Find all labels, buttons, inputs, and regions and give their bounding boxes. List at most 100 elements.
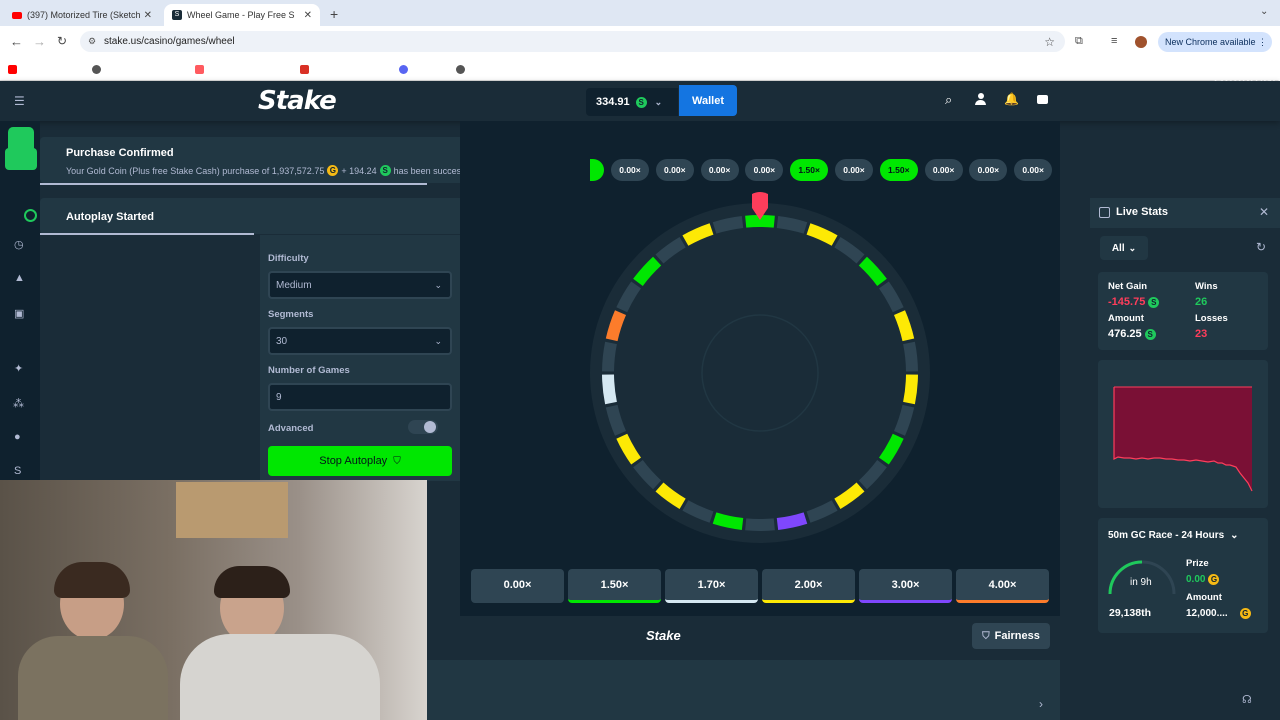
- bookmark-6[interactable]: [456, 62, 465, 76]
- history-chip[interactable]: 0.00×: [745, 159, 784, 181]
- race-amount-value: 12,000.... G: [1186, 608, 1251, 619]
- profile-avatar[interactable]: [1135, 36, 1147, 48]
- media-icon[interactable]: ≡: [1111, 35, 1117, 47]
- tab-wheel-game[interactable]: S Wheel Game - Play Free S ✕: [164, 4, 320, 26]
- close-tab-icon[interactable]: ✕: [144, 10, 152, 21]
- wallet-toast-icon: [5, 148, 37, 170]
- flight-icon: [300, 64, 309, 74]
- history-chip[interactable]: 0.00×: [655, 159, 694, 181]
- support-icon[interactable]: ☊: [1242, 693, 1252, 706]
- tab-title: (397) Motorized Tire (Sketch: [27, 10, 141, 20]
- new-tab-button[interactable]: +: [330, 6, 338, 22]
- close-live-stats-icon[interactable]: ✕: [1259, 205, 1269, 219]
- challenges-icon[interactable]: ▲: [14, 272, 25, 284]
- multiplier-3[interactable]: 2.00×: [762, 569, 855, 603]
- forward-icon[interactable]: →: [33, 34, 46, 49]
- difficulty-value: Medium: [276, 279, 312, 291]
- history-chip[interactable]: 0.00×: [611, 159, 649, 181]
- history-chip[interactable]: 0.00×: [924, 159, 963, 181]
- address-bar[interactable]: ⚙ stake.us/casino/games/wheel ☆: [80, 31, 1065, 52]
- tab-youtube[interactable]: (397) Motorized Tire (Sketch ✕: [4, 4, 160, 26]
- wheel-segment: [745, 518, 775, 531]
- notifications-icon[interactable]: 🔔: [1004, 92, 1019, 106]
- reload-icon[interactable]: ↻: [57, 34, 67, 48]
- amount-value: 476.25 S: [1108, 328, 1156, 340]
- search-icon[interactable]: ⌕: [945, 92, 952, 108]
- advanced-label: Advanced: [268, 423, 314, 434]
- slots-icon[interactable]: ⁂: [13, 397, 24, 410]
- globe-icon: [456, 64, 465, 74]
- site-info-icon[interactable]: ⚙: [88, 36, 96, 47]
- toast-body-prefix: Your Gold Coin (Plus free Stake Cash) pu…: [66, 165, 325, 176]
- amount-label: Amount: [1108, 313, 1144, 324]
- extensions-icon[interactable]: ⧉: [1075, 35, 1083, 48]
- toast-body: Your Gold Coin (Plus free Stake Cash) pu…: [66, 165, 528, 176]
- history-chip[interactable]: 0.00×: [700, 159, 739, 181]
- folder-icon: ▭: [1200, 63, 1210, 75]
- multiplier-1[interactable]: 1.50×: [568, 569, 661, 603]
- toast-title: Purchase Confirmed: [66, 147, 174, 159]
- back-icon[interactable]: ←: [10, 34, 23, 49]
- segments-select[interactable]: 30 ⌄: [268, 327, 452, 355]
- chevron-down-icon: ⌄: [1230, 530, 1239, 541]
- segments-label: Segments: [268, 309, 314, 320]
- games-value: 9: [276, 391, 282, 403]
- person-right: [180, 566, 380, 720]
- stake-icon: S: [172, 10, 182, 20]
- race-title[interactable]: 50m GC Race - 24 Hours ⌄: [1108, 530, 1239, 541]
- live-casino-icon[interactable]: ●: [14, 431, 21, 443]
- recent-icon[interactable]: ◷: [14, 238, 24, 251]
- sweep-coin-icon: S: [379, 165, 391, 176]
- fairness-button[interactable]: ⛉ Fairness: [972, 623, 1050, 649]
- toast-title: Autoplay Started: [66, 211, 155, 223]
- tab-search-icon[interactable]: ⌄: [1260, 6, 1268, 17]
- all-bookmarks[interactable]: ▭All Bookmarks: [1200, 51, 1280, 86]
- gold-coin-icon: G: [1239, 608, 1251, 619]
- url-text: stake.us/casino/games/wheel: [104, 36, 235, 47]
- bookmark-star-icon[interactable]: ☆: [1044, 35, 1055, 49]
- menu-dots-icon: ⋮: [1258, 36, 1267, 47]
- game-footer: [427, 616, 1060, 660]
- stake-small-icon[interactable]: S: [14, 465, 21, 477]
- gold-coin-icon: G: [1208, 574, 1220, 585]
- multiplier-0[interactable]: 0.00×: [471, 569, 564, 603]
- stats-filter-select[interactable]: All ⌄: [1100, 236, 1148, 260]
- balance-display[interactable]: 334.91 S ⌄: [586, 88, 678, 116]
- number-of-games-input[interactable]: 9: [268, 383, 452, 411]
- multiplier-4[interactable]: 3.00×: [859, 569, 952, 603]
- user-icon[interactable]: [975, 93, 986, 105]
- difficulty-select[interactable]: Medium ⌄: [268, 271, 452, 299]
- my-bets-icon[interactable]: ▣: [14, 307, 24, 320]
- live-stats-title: Live Stats: [1116, 206, 1168, 218]
- race-amount-number: 12,000....: [1186, 608, 1228, 619]
- multiplier-5[interactable]: 4.00×: [956, 569, 1049, 603]
- advanced-toggle[interactable]: [408, 420, 438, 434]
- footer-logo: Stake: [646, 628, 681, 643]
- autoplay-icon: [24, 209, 37, 222]
- close-tab-icon[interactable]: ✕: [304, 10, 312, 21]
- history-chip[interactable]: 0.00×: [835, 159, 873, 181]
- multiplier-2[interactable]: 1.70×: [665, 569, 758, 603]
- amount-number: 476.25: [1108, 328, 1142, 340]
- history-chip[interactable]: 0.00×: [1014, 159, 1053, 181]
- refresh-icon[interactable]: ↻: [1256, 240, 1266, 254]
- hamburger-menu-icon[interactable]: ☰: [14, 94, 25, 108]
- tab-title: Wheel Game - Play Free S: [187, 10, 295, 20]
- history-chip[interactable]: 1.50×: [879, 159, 918, 181]
- number-of-games-label: Number of Games: [268, 365, 350, 376]
- originals-icon[interactable]: ✦: [14, 362, 23, 375]
- chevron-right-icon[interactable]: ›: [1039, 697, 1043, 711]
- race-rank: 29,138th: [1109, 607, 1152, 619]
- stop-autoplay-button[interactable]: Stop Autoplay ⛉: [268, 446, 452, 476]
- update-chrome-button[interactable]: New Chrome available ⋮: [1158, 32, 1272, 52]
- race-title-text: 50m GC Race - 24 Hours: [1108, 530, 1225, 541]
- history-chip[interactable]: 0.00×: [969, 159, 1008, 181]
- prize-label: Prize: [1186, 558, 1209, 569]
- toast-body-mid: + 194.24: [341, 165, 377, 176]
- stake-logo[interactable]: Stake: [258, 86, 337, 116]
- wallet-button[interactable]: Wallet: [679, 85, 737, 116]
- poster: [176, 482, 288, 538]
- history-chip[interactable]: 1.50×: [790, 159, 829, 181]
- chat-icon[interactable]: [1037, 95, 1048, 104]
- net-gain-value: -145.75 S: [1108, 296, 1160, 308]
